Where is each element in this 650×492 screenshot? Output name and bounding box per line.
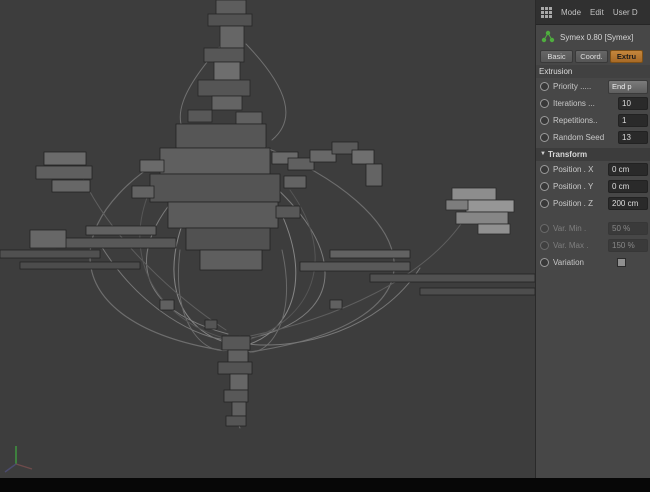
keyframe-dot[interactable] <box>540 165 549 174</box>
tab-coord[interactable]: Coord. <box>575 49 608 63</box>
object-title: Symex 0.80 [Symex] <box>560 32 634 42</box>
menu-item-edit[interactable]: Edit <box>590 8 604 17</box>
row-label: Var. Min . <box>553 224 587 233</box>
keyframe-dot[interactable] <box>540 99 549 108</box>
axis-indicator <box>4 446 33 473</box>
row-repetitions: Repetitions.. 1 <box>536 112 650 129</box>
row-label: Position . Z <box>553 199 594 208</box>
var-min-input: 50 % <box>608 222 648 235</box>
keyframe-dot[interactable] <box>540 182 549 191</box>
tab-extrusion[interactable]: Extru <box>610 49 643 63</box>
row-iterations: Iterations ... 10 <box>536 95 650 112</box>
tab-basic[interactable]: Basic <box>540 49 573 63</box>
keyframe-dot[interactable] <box>540 82 549 91</box>
section-title-extrusion: Extrusion <box>536 65 650 78</box>
var-max-input: 150 % <box>608 239 648 252</box>
row-label: Iterations ... <box>553 99 595 108</box>
tab-bar: Basic Coord. Extru <box>536 49 650 63</box>
repetitions-input[interactable]: 1 <box>618 114 648 127</box>
row-label: Variation <box>553 258 584 267</box>
row-label: Var. Max . <box>553 241 589 250</box>
transform-group-header[interactable]: ▼ Transform <box>536 148 650 161</box>
keyframe-dot[interactable] <box>540 116 549 125</box>
iterations-input[interactable]: 10 <box>618 97 648 110</box>
menu-item-user-data[interactable]: User D <box>613 8 638 17</box>
keyframe-dot <box>540 241 549 250</box>
collapse-arrow-icon: ▼ <box>540 151 546 157</box>
viewport-3d[interactable] <box>0 0 535 478</box>
row-label: Repetitions.. <box>553 116 598 125</box>
row-label: Priority ..... <box>553 82 592 91</box>
row-variation: Variation <box>536 254 650 271</box>
wireframe-model <box>0 0 535 473</box>
keyframe-dot[interactable] <box>540 133 549 142</box>
object-title-row: Symex 0.80 [Symex] <box>536 25 650 49</box>
row-position-x: Position . X 0 cm <box>536 161 650 178</box>
random-seed-input[interactable]: 13 <box>618 131 648 144</box>
row-var-max: Var. Max . 150 % <box>536 237 650 254</box>
position-x-input[interactable]: 0 cm <box>608 163 648 176</box>
row-priority: Priority ..... End p <box>536 78 650 95</box>
menu-item-mode[interactable]: Mode <box>561 8 581 17</box>
grid-icon[interactable] <box>541 6 552 18</box>
row-random-seed: Random Seed 13 <box>536 129 650 146</box>
symex-object-icon <box>541 30 555 43</box>
keyframe-dot[interactable] <box>540 258 549 267</box>
row-position-z: Position . Z 200 cm <box>536 195 650 212</box>
position-y-input[interactable]: 0 cm <box>608 180 648 193</box>
row-var-min: Var. Min . 50 % <box>536 220 650 237</box>
priority-dropdown[interactable]: End p <box>608 79 648 94</box>
attribute-manager-panel: Mode Edit User D Symex 0.80 [Symex] Basi… <box>535 0 650 478</box>
keyframe-dot <box>540 224 549 233</box>
row-label: Random Seed <box>553 133 605 142</box>
panel-menu-bar: Mode Edit User D <box>536 0 650 25</box>
keyframe-dot[interactable] <box>540 199 549 208</box>
bottom-timeline-strip <box>0 478 650 492</box>
variation-checkbox[interactable] <box>617 258 626 267</box>
transform-group-title: Transform <box>547 150 588 159</box>
row-position-y: Position . Y 0 cm <box>536 178 650 195</box>
row-label: Position . X <box>553 165 594 174</box>
position-z-input[interactable]: 200 cm <box>608 197 648 210</box>
row-label: Position . Y <box>553 182 594 191</box>
